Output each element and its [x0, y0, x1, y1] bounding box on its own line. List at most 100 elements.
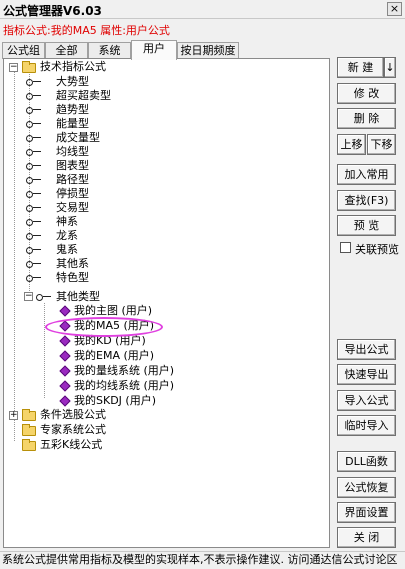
new-dropdown-button[interactable]: ↓ — [384, 57, 396, 78]
tree-item[interactable]: 均线型 — [24, 145, 144, 159]
formula-icon — [26, 217, 42, 227]
close-icon[interactable]: × — [387, 2, 402, 16]
tree-node-label: 大势型 — [56, 75, 89, 88]
delete-button[interactable]: 删 除 — [337, 108, 396, 129]
formula-icon — [26, 175, 42, 185]
tree-node-label: 其他类型 — [56, 290, 100, 303]
tree-root-expert[interactable]: 专家系统公式 — [9, 423, 209, 437]
preview-button[interactable]: 预 览 — [337, 215, 396, 236]
tree-root-screening[interactable]: + 条件选股公式 — [9, 408, 209, 422]
formula-icon — [26, 231, 42, 241]
status-bar: 系统公式提供常用指标及模型的实现样本,不表示操作建议. 访问通达信公式讨论区 — [0, 551, 405, 569]
checkbox-box[interactable] — [340, 242, 351, 253]
quick-export-button[interactable]: 快速导出 — [337, 364, 396, 385]
tree-node-label: 我的SKDJ (用户) — [74, 394, 156, 407]
tree-node-label: 路径型 — [56, 173, 89, 186]
tree-root-colored-k[interactable]: 五彩K线公式 — [9, 438, 209, 452]
tree-item-user[interactable]: 我的均线系统 (用户) — [50, 379, 230, 393]
tree-node-label: 交易型 — [56, 201, 89, 214]
move-down-button[interactable]: 下移 — [367, 134, 396, 155]
close-button[interactable]: 关 闭 — [337, 527, 396, 548]
import-button[interactable]: 导入公式 — [337, 390, 396, 411]
formula-icon — [26, 77, 42, 87]
new-button[interactable]: 新 建 — [337, 57, 384, 78]
user-formula-icon — [59, 395, 71, 407]
find-button[interactable]: 查找(F3) — [337, 190, 396, 211]
user-formula-icon — [59, 380, 71, 392]
tree-item[interactable]: 神系 — [24, 215, 144, 229]
tree-item[interactable]: 超买超卖型 — [24, 89, 144, 103]
window-title: 公式管理器V6.03 — [3, 4, 102, 18]
tree-line — [44, 303, 45, 398]
tree-node-label: 龙系 — [56, 229, 78, 242]
formula-icon — [26, 259, 42, 269]
add-common-button[interactable]: 加入常用 — [337, 164, 396, 185]
move-up-button[interactable]: 上移 — [337, 134, 366, 155]
tree-node-label: 技术指标公式 — [40, 60, 106, 73]
tree-item[interactable]: 特色型 — [24, 271, 144, 285]
restore-button[interactable]: 公式恢复 — [337, 477, 396, 498]
formula-icon — [26, 91, 42, 101]
tree-item[interactable]: 鬼系 — [24, 243, 144, 257]
tree-node-label: 鬼系 — [56, 243, 78, 256]
tree-item-user[interactable]: 我的量线系统 (用户) — [50, 364, 230, 378]
collapse-icon[interactable]: − — [24, 292, 33, 301]
tree-node-label: 趋势型 — [56, 103, 89, 116]
folder-icon — [22, 424, 36, 436]
tree-item[interactable]: 图表型 — [24, 159, 144, 173]
folder-icon — [22, 439, 36, 451]
tree-item[interactable]: 停损型 — [24, 187, 144, 201]
tree-node-label: 能量型 — [56, 117, 89, 130]
tree-root-technical[interactable]: − 技术指标公式 — [9, 60, 209, 74]
tree-node-label: 五彩K线公式 — [40, 438, 103, 451]
formula-icon — [26, 273, 42, 283]
tab-user[interactable]: 用户 — [131, 40, 177, 60]
tree-item[interactable]: 趋势型 — [24, 103, 144, 117]
tree-node-label: 特色型 — [56, 271, 89, 284]
tree-node-other[interactable]: − 其他类型 — [24, 290, 174, 304]
tree-item[interactable]: 大势型 — [24, 75, 144, 89]
tree-node-label: 我的EMA (用户) — [74, 349, 155, 362]
tab-by-date[interactable]: 按日期频度 — [177, 42, 239, 59]
ui-settings-button[interactable]: 界面设置 — [337, 502, 396, 523]
formula-info: 指标公式:我的MA5 属性:用户公式 — [3, 24, 170, 37]
tree-item[interactable]: 龙系 — [24, 229, 144, 243]
tree-node-label: 均线型 — [56, 145, 89, 158]
dll-button[interactable]: DLL函数 — [337, 451, 396, 472]
formula-tree[interactable]: − 技术指标公式 大势型 超买超卖型 趋势型 能量型 成交量型 均线型 图表型 … — [3, 58, 330, 548]
modify-button[interactable]: 修 改 — [337, 83, 396, 104]
expand-icon[interactable]: + — [9, 411, 18, 420]
user-formula-icon — [59, 350, 71, 362]
formula-icon — [26, 105, 42, 115]
formula-icon — [26, 119, 42, 129]
tree-node-label: 超买超卖型 — [56, 89, 111, 102]
formula-icon — [36, 292, 52, 302]
formula-icon — [26, 245, 42, 255]
tree-item-user[interactable]: 我的KD (用户) — [50, 334, 210, 348]
tree-item[interactable]: 交易型 — [24, 201, 144, 215]
temp-import-button[interactable]: 临时导入 — [337, 415, 396, 436]
tab-system[interactable]: 系统 — [88, 42, 131, 59]
tree-node-label: 我的均线系统 (用户) — [74, 379, 175, 392]
user-formula-icon — [59, 365, 71, 377]
tree-item-user[interactable]: 我的主图 (用户) — [50, 304, 210, 318]
tree-item-user[interactable]: 我的EMA (用户) — [50, 349, 210, 363]
tree-item-user[interactable]: 我的SKDJ (用户) — [50, 394, 210, 408]
tree-node-label: 成交量型 — [56, 131, 100, 144]
collapse-icon[interactable]: − — [9, 63, 18, 72]
tree-item[interactable]: 其他系 — [24, 257, 144, 271]
tree-item[interactable]: 成交量型 — [24, 131, 144, 145]
user-formula-icon — [59, 335, 71, 347]
tab-formula-group[interactable]: 公式组 — [2, 42, 45, 59]
checkbox-label: 关联预览 — [355, 243, 399, 256]
tree-node-label: 专家系统公式 — [40, 423, 106, 436]
export-button[interactable]: 导出公式 — [337, 339, 396, 360]
tree-line — [14, 71, 15, 441]
tree-item[interactable]: 路径型 — [24, 173, 144, 187]
folder-icon — [22, 61, 36, 73]
formula-icon — [26, 189, 42, 199]
highlight-ellipse — [45, 317, 163, 337]
tree-node-label: 神系 — [56, 215, 78, 228]
tab-all[interactable]: 全部 — [45, 42, 88, 59]
tree-item[interactable]: 能量型 — [24, 117, 144, 131]
